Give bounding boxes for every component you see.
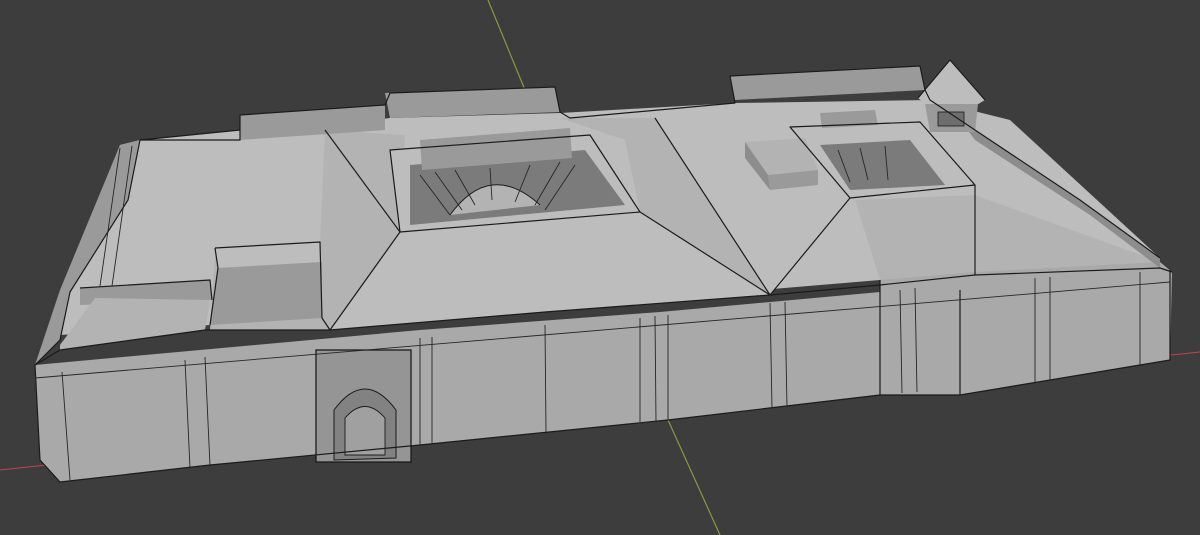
y-axis-line-lower (667, 419, 721, 535)
left-raised-block-front (210, 262, 322, 325)
building-mesh[interactable] (34, 59, 1173, 483)
viewport-canvas[interactable] (0, 0, 1200, 535)
3d-viewport[interactable] (0, 0, 1200, 535)
y-axis-line (487, 0, 526, 91)
right-tower-block (880, 262, 1172, 395)
front-gate-inner (344, 406, 386, 456)
